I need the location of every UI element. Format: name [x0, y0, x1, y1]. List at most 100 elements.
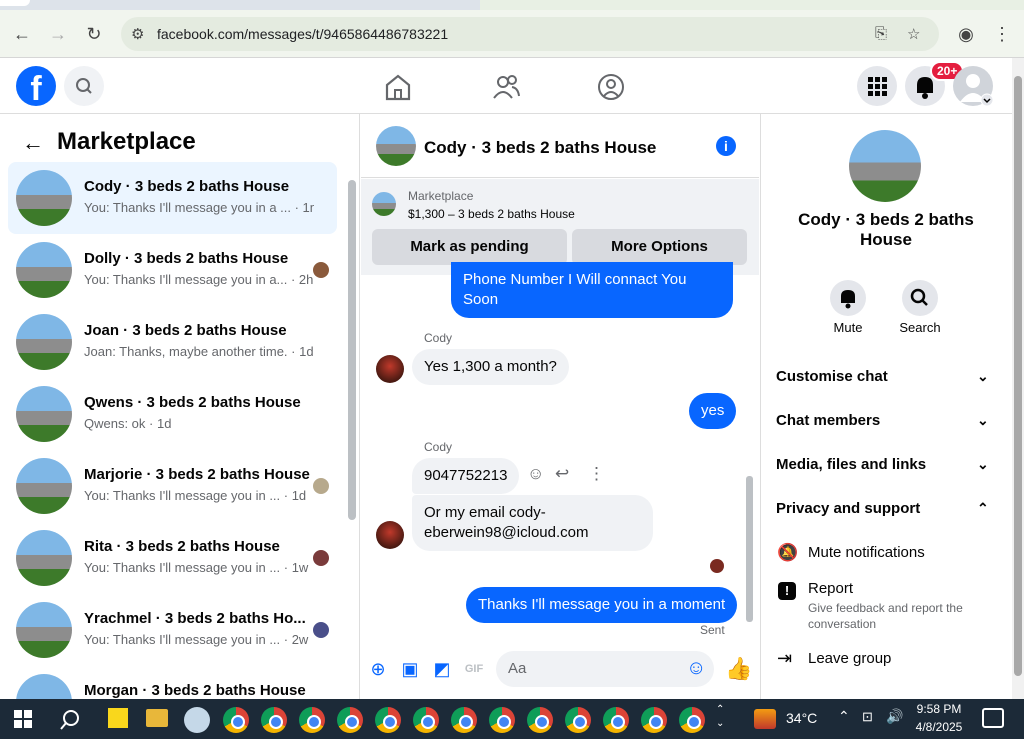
conversation-item[interactable]: Qwens · 3 beds 2 baths House Qwens: ok ·… — [8, 378, 337, 450]
chrome-icon[interactable] — [375, 707, 401, 733]
search-in-chat-button[interactable] — [902, 280, 938, 316]
conversation-item[interactable]: Yrachmel · 3 beds 2 baths Ho... You: Tha… — [8, 594, 337, 666]
emoji-icon[interactable]: ☺ — [686, 657, 706, 680]
chevron-down-icon[interactable]: ⌄ — [977, 456, 989, 473]
search-button[interactable] — [64, 66, 104, 106]
section-media-files-links[interactable]: Media, files and links — [776, 456, 926, 473]
conversation-item[interactable]: Rita · 3 beds 2 baths House You: Thanks … — [8, 522, 337, 594]
leave-group-item[interactable]: Leave group — [808, 650, 891, 667]
conversation-preview: You: Thanks I'll message you in a... · 2… — [84, 272, 314, 287]
listing-avatar[interactable] — [376, 126, 416, 166]
chrome-icon[interactable] — [603, 707, 629, 733]
install-icon[interactable]: ⎘ — [875, 25, 887, 42]
sticker-icon[interactable]: ◩ — [431, 658, 453, 680]
chrome-icon[interactable] — [413, 707, 439, 733]
message-input[interactable]: Aa ☺ — [496, 651, 714, 687]
conversation-item[interactable]: Cody · 3 beds 2 baths House You: Thanks … — [8, 162, 337, 234]
conversation-item[interactable]: Dolly · 3 beds 2 baths House You: Thanks… — [8, 234, 337, 306]
like-icon[interactable]: 👍 — [725, 658, 752, 680]
add-more-icon[interactable]: ⊕ — [367, 658, 389, 680]
report-item[interactable]: Report — [808, 580, 853, 597]
account-avatar[interactable] — [953, 66, 994, 107]
page-scrollbar[interactable] — [1012, 58, 1024, 699]
weather-icon[interactable] — [754, 709, 776, 729]
chevron-down-icon[interactable]: ⌄ — [977, 412, 989, 429]
apps-menu-button[interactable] — [857, 66, 897, 106]
more-actions-icon[interactable]: ⋮ — [588, 464, 605, 484]
message-bubble-received[interactable]: 9047752213 — [412, 458, 520, 494]
tray-chevron-up-icon[interactable]: ⌃ — [838, 708, 850, 725]
reload-icon[interactable]: ↻ — [84, 24, 104, 45]
message-bubble-sent[interactable]: Thanks I'll message you in a moment — [466, 587, 738, 623]
search-label: Search — [899, 320, 941, 335]
chevron-down-icon[interactable]: ⌄ — [977, 368, 989, 385]
message-bubble-received[interactable]: Yes 1,300 a month? — [412, 349, 569, 385]
message-bubble-received[interactable]: Or my email cody­eberwein98@icloud.com — [412, 495, 653, 551]
volume-icon[interactable]: 🔊 — [886, 708, 903, 725]
groups-icon[interactable] — [596, 72, 626, 102]
network-icon[interactable]: ⊡ — [862, 709, 873, 725]
clock-time[interactable]: 9:58 PM — [916, 702, 962, 716]
sender-avatar[interactable] — [376, 355, 404, 383]
facebook-logo[interactable]: f — [16, 66, 56, 106]
sticky-notes-icon[interactable] — [108, 708, 128, 728]
message-bubble-sent[interactable]: Phone Number I Will connact You Soon — [451, 262, 733, 318]
chevron-up-icon[interactable]: ⌃ — [977, 500, 989, 517]
message-status: Sent — [700, 623, 725, 637]
chrome-icon[interactable] — [261, 707, 287, 733]
app-icon[interactable] — [184, 707, 210, 733]
listing-price[interactable]: $1,300 – 3 beds 2 baths House — [408, 207, 575, 221]
react-icon[interactable]: ☺ — [527, 464, 544, 484]
back-icon[interactable]: ← — [12, 24, 32, 45]
chrome-icon[interactable] — [489, 707, 515, 733]
more-options-button[interactable]: More Options — [572, 229, 747, 265]
section-customise-chat[interactable]: Customise chat — [776, 368, 888, 385]
info-icon[interactable]: i — [716, 136, 736, 156]
chat-scrollbar[interactable] — [746, 476, 753, 622]
file-explorer-icon[interactable] — [146, 709, 168, 727]
section-chat-members[interactable]: Chat members — [776, 412, 880, 429]
chrome-icon[interactable] — [527, 707, 553, 733]
forward-icon[interactable]: → — [48, 24, 68, 45]
conversation-item[interactable]: Morgan · 3 beds 2 baths House — [8, 666, 337, 699]
listing-thumbnail — [16, 386, 72, 442]
temperature[interactable]: 34°C — [786, 710, 817, 726]
message-bubble-sent[interactable]: yes — [689, 393, 737, 429]
seen-avatar — [710, 559, 724, 573]
conversation-item[interactable]: Marjorie · 3 beds 2 baths House You: Tha… — [8, 450, 337, 522]
conversation-list-scrollbar[interactable] — [348, 180, 356, 520]
reply-icon[interactable]: ↩ — [555, 464, 569, 484]
sender-avatar[interactable] — [376, 521, 404, 549]
notification-center-icon[interactable] — [982, 708, 1004, 728]
home-icon[interactable] — [383, 72, 413, 102]
mark-as-pending-button[interactable]: Mark as pending — [372, 229, 567, 265]
conversation-title: Dolly · 3 beds 2 baths House — [84, 250, 289, 267]
gif-icon[interactable]: GIF — [463, 658, 485, 680]
site-info-icon[interactable]: ⚙ — [131, 25, 144, 43]
chrome-icon[interactable] — [337, 707, 363, 733]
windows-start-icon[interactable] — [14, 710, 32, 728]
chrome-icon[interactable] — [223, 707, 249, 733]
bookmark-star-icon[interactable]: ☆ — [907, 25, 920, 43]
conversation-item[interactable]: Joan · 3 beds 2 baths House Joan: Thanks… — [8, 306, 337, 378]
chrome-icon[interactable] — [679, 707, 705, 733]
clock-date[interactable]: 4/8/2025 — [912, 720, 966, 734]
section-privacy-support[interactable]: Privacy and support — [776, 500, 920, 517]
chrome-icon[interactable] — [299, 707, 325, 733]
menu-dots-icon[interactable]: ⋮ — [992, 24, 1012, 45]
avatar-icon — [960, 74, 994, 107]
chat-title[interactable]: Cody · 3 beds 2 baths House — [424, 138, 656, 158]
back-arrow-icon[interactable]: ← — [22, 130, 44, 156]
taskbar-search-icon[interactable] — [60, 708, 84, 732]
chrome-icon[interactable] — [565, 707, 591, 733]
profile-icon[interactable]: ◉ — [956, 24, 976, 45]
chrome-icon[interactable] — [451, 707, 477, 733]
mute-notifications-item[interactable]: Mute notifications — [808, 544, 925, 561]
photo-icon[interactable]: ▣ — [399, 658, 421, 680]
url-field[interactable]: ⚙ facebook.com/messages/t/94658644867832… — [121, 17, 939, 51]
taskbar-overflow-chevrons[interactable]: ⌃ ⌄ — [716, 703, 724, 731]
mute-button[interactable] — [830, 280, 866, 316]
chrome-icon[interactable] — [641, 707, 667, 733]
friends-icon[interactable] — [491, 72, 521, 102]
message-composer: ⊕ ▣ ◩ GIF Aa ☺ 👍 — [361, 644, 759, 699]
